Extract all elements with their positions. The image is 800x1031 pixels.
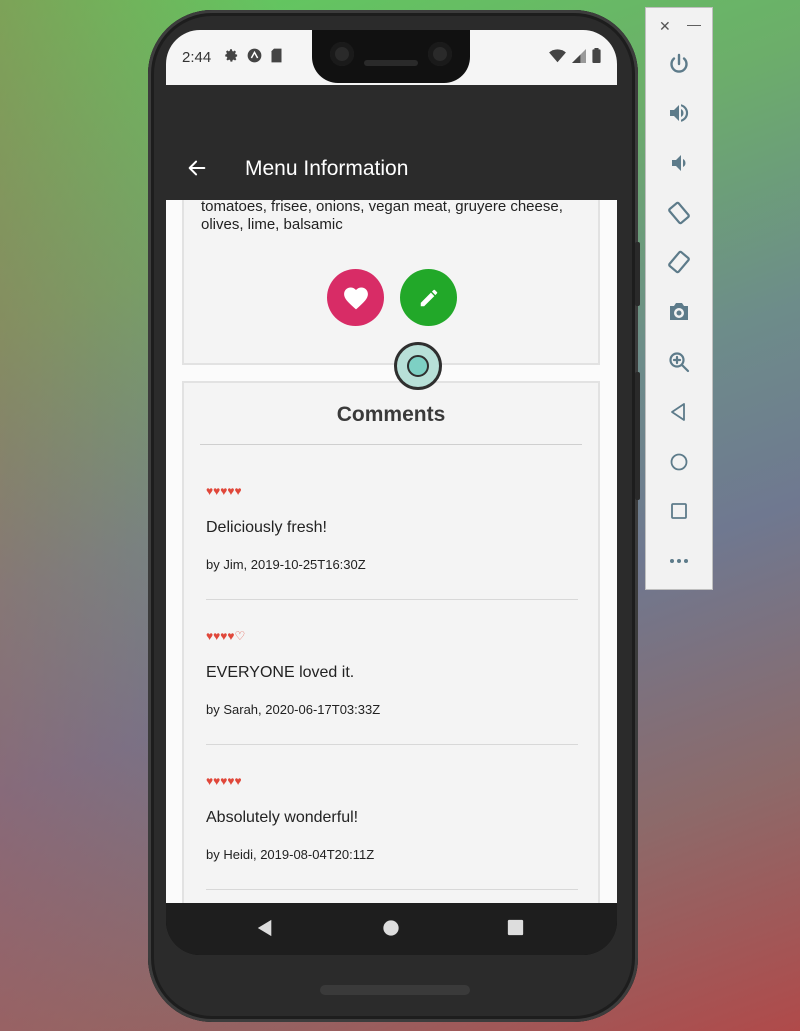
ingredients-text: tomatoes, frisee, onions, vegan meat, gr… <box>201 200 563 233</box>
settings-icon <box>225 49 238 62</box>
signal-icon <box>572 48 586 63</box>
comment-author: by Jim, 2019-10-25T16:30Z <box>206 557 366 572</box>
comment-divider <box>206 599 578 600</box>
comment-text: Absolutely wonderful! <box>206 809 359 826</box>
favorite-button[interactable] <box>327 269 384 326</box>
dish-details-card: tomatoes, frisee, onions, vegan meat, gr… <box>182 200 600 365</box>
battery-icon <box>592 48 601 63</box>
comment-author: by Heidi, 2019-08-04T20:11Z <box>206 847 375 862</box>
phone-volume-key <box>635 372 640 500</box>
nav-home-icon[interactable] <box>382 919 400 937</box>
volume-up-icon[interactable] <box>665 99 693 127</box>
edit-button[interactable] <box>400 269 457 326</box>
back-arrow-icon[interactable] <box>186 157 208 179</box>
rotate-left-icon[interactable] <box>665 199 693 227</box>
comment-item: ♥♥♥♥♡ EVERYONE loved it. by Sarah, 2020-… <box>206 629 578 717</box>
comments-title: Comments <box>336 403 446 426</box>
front-camera-left <box>330 42 354 66</box>
emulator-toolbar: ✕ — <box>645 7 713 590</box>
app-bar: Menu Information <box>166 85 617 200</box>
scroll-content[interactable]: tomatoes, frisee, onions, vegan meat, gr… <box>166 200 617 905</box>
front-camera-right <box>428 42 452 66</box>
nav-back-icon[interactable] <box>256 919 274 937</box>
comment-divider <box>206 744 578 745</box>
camera-icon[interactable] <box>665 298 693 326</box>
rating-hearts: ♥♥♥♥♥ <box>206 774 242 788</box>
status-bar: 2:44 <box>166 30 617 85</box>
touch-indicator <box>394 342 442 390</box>
emulator-minimize-button[interactable]: — <box>687 16 701 32</box>
comment-author: by Sarah, 2020-06-17T03:33Z <box>206 702 381 717</box>
app-notification-icon <box>247 48 262 63</box>
earpiece-speaker <box>364 60 418 66</box>
page-title: Menu Information <box>245 157 409 180</box>
comment-item: ♥♥♥♥♥ Deliciously fresh! by Jim, 2019-10… <box>206 484 578 572</box>
home-icon[interactable] <box>665 448 693 476</box>
sd-card-icon <box>271 48 282 63</box>
comment-text: EVERYONE loved it. <box>206 664 355 681</box>
comments-divider <box>200 444 582 445</box>
pencil-icon <box>420 289 437 306</box>
display-notch <box>312 30 470 83</box>
phone-power-key <box>635 242 640 306</box>
zoom-icon[interactable] <box>665 348 693 376</box>
phone-screen: 2:44 Menu Information tomatoes, frisee, … <box>166 30 617 955</box>
rating-hearts: ♥♥♥♥♡ <box>206 629 246 643</box>
power-icon[interactable] <box>665 50 693 78</box>
android-nav-bar <box>166 903 617 955</box>
overview-icon[interactable] <box>665 497 693 525</box>
comments-card: Comments ♥♥♥♥♥ Deliciously fresh! by Jim… <box>182 381 600 905</box>
comment-text: Deliciously fresh! <box>206 519 327 536</box>
nav-overview-icon[interactable] <box>507 919 524 936</box>
rating-hearts: ♥♥♥♥♥ <box>206 484 242 498</box>
emulator-close-button[interactable]: ✕ <box>659 18 671 35</box>
rotate-right-icon[interactable] <box>665 248 693 276</box>
bottom-speaker-grille <box>320 985 470 995</box>
wifi-icon <box>549 48 566 62</box>
more-icon[interactable] <box>665 547 693 575</box>
volume-down-icon[interactable] <box>665 149 693 177</box>
status-time: 2:44 <box>182 49 212 66</box>
back-icon[interactable] <box>665 398 693 426</box>
comment-item: ♥♥♥♥♥ Absolutely wonderful! by Heidi, 20… <box>206 774 578 862</box>
comment-divider <box>206 889 578 890</box>
heart-icon <box>343 286 368 309</box>
